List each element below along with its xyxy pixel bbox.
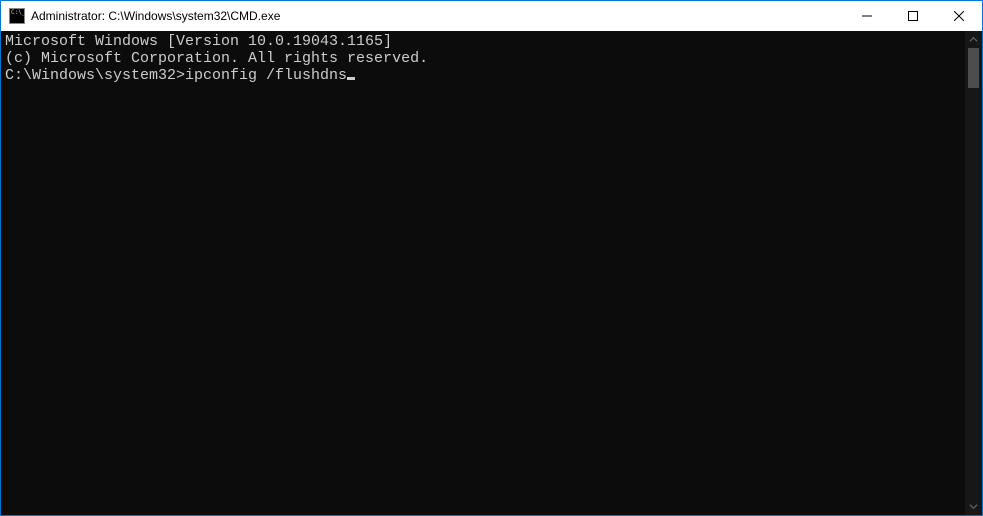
- terminal-container: Microsoft Windows [Version 10.0.19043.11…: [1, 31, 982, 515]
- close-button[interactable]: [936, 1, 982, 31]
- minimize-button[interactable]: [844, 1, 890, 31]
- window-controls: [844, 1, 982, 31]
- cmd-window: Administrator: C:\Windows\system32\CMD.e…: [0, 0, 983, 516]
- cursor: [347, 77, 355, 80]
- terminal-output[interactable]: Microsoft Windows [Version 10.0.19043.11…: [1, 31, 965, 515]
- vertical-scrollbar[interactable]: [965, 31, 982, 515]
- scrollbar-track[interactable]: [965, 48, 982, 498]
- cmd-icon: [9, 8, 25, 24]
- prompt: C:\Windows\system32>: [5, 67, 185, 84]
- terminal-line: (c) Microsoft Corporation. All rights re…: [5, 50, 965, 67]
- window-title: Administrator: C:\Windows\system32\CMD.e…: [31, 9, 280, 23]
- scroll-up-arrow[interactable]: [965, 31, 982, 48]
- prompt-line: C:\Windows\system32>ipconfig /flushdns: [5, 67, 965, 84]
- maximize-button[interactable]: [890, 1, 936, 31]
- titlebar[interactable]: Administrator: C:\Windows\system32\CMD.e…: [1, 1, 982, 31]
- terminal-line: Microsoft Windows [Version 10.0.19043.11…: [5, 33, 965, 50]
- scrollbar-thumb[interactable]: [968, 48, 979, 88]
- command-input[interactable]: ipconfig /flushdns: [185, 67, 347, 84]
- scroll-down-arrow[interactable]: [965, 498, 982, 515]
